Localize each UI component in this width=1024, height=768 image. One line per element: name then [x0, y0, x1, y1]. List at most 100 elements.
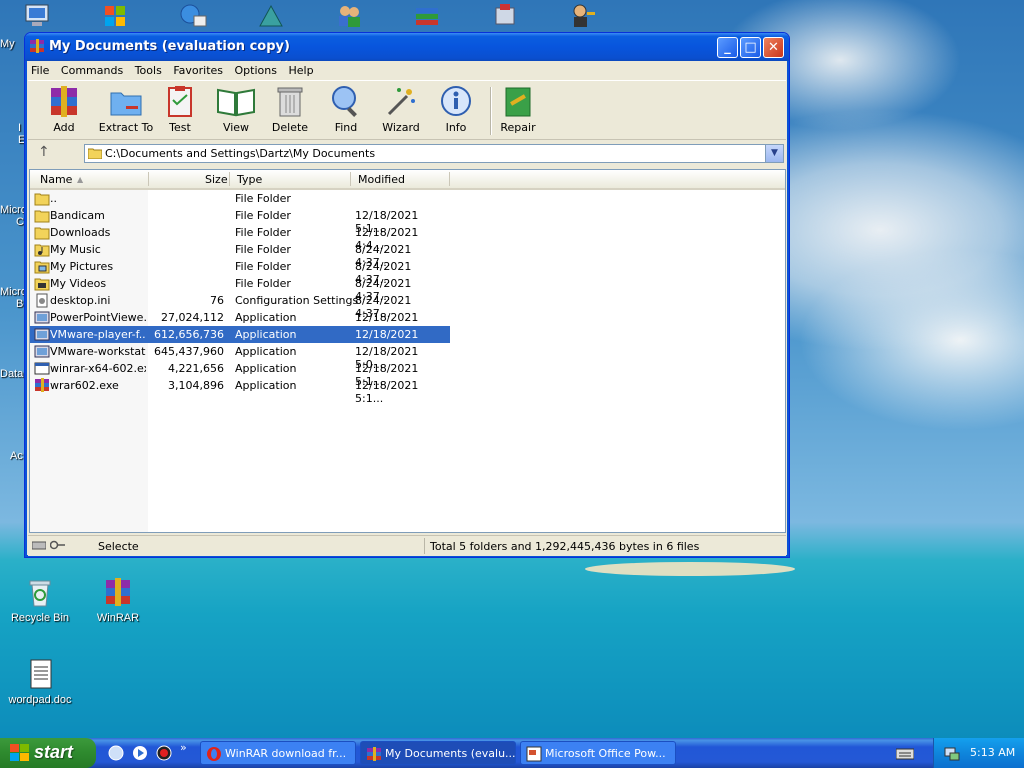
task-button-winrar-download[interactable]: WinRAR download fr...: [200, 741, 356, 765]
file-name: Downloads: [50, 226, 111, 239]
document-icon: [24, 658, 56, 690]
delete-button[interactable]: Delete: [262, 84, 318, 134]
file-row[interactable]: PowerPointViewe... 27,024,112 Application 1…: [30, 309, 450, 337]
address-dropdown-button[interactable]: ▼: [765, 145, 783, 162]
wizard-button[interactable]: Wizard: [373, 84, 429, 134]
file-row[interactable]: My Music File Folder 8/24/2021 4:37...: [30, 241, 450, 269]
view-book-icon: [217, 88, 255, 117]
task-button-my-documents[interactable]: My Documents (evalu...: [360, 741, 516, 765]
start-button[interactable]: start: [0, 738, 96, 768]
menu-file[interactable]: File: [28, 61, 54, 77]
file-row[interactable]: desktop.ini 76 Configuration Settings 8/24/…: [30, 292, 450, 320]
task-label: My Documents (evalu...: [385, 747, 516, 760]
desktop-label-clipped: Micro: [0, 286, 27, 298]
column-name-header[interactable]: Name: [40, 173, 72, 186]
up-arrow-icon: ↑: [38, 144, 50, 160]
add-button[interactable]: Add: [36, 84, 92, 134]
file-row[interactable]: My Videos File Folder 8/24/2021 4:37...: [30, 275, 450, 303]
winrar-icon: [102, 576, 134, 608]
menu-bar: File Commands Tools Favorites Options He…: [28, 61, 786, 81]
exe-file-icon: [34, 361, 50, 376]
menu-tools[interactable]: Tools: [132, 61, 167, 77]
network-tray-icon[interactable]: [944, 745, 960, 761]
up-one-level-button[interactable]: ↑: [38, 144, 58, 162]
extract-to-button[interactable]: Extract To: [94, 84, 158, 134]
keyboard-icon[interactable]: [896, 748, 914, 760]
windows-update-icon[interactable]: [100, 2, 130, 30]
title-bar[interactable]: My Documents (evaluation copy) _ □ ✕: [25, 33, 789, 61]
quick-launch-more-button[interactable]: »: [180, 741, 187, 754]
task-label: Microsoft Office Pow...: [545, 747, 666, 760]
file-row[interactable]: VMware-player-f... 612,656,736 Application…: [30, 326, 450, 354]
desktop-icon-wordpad-doc[interactable]: wordpad.doc: [0, 658, 80, 706]
application-icon: [34, 344, 50, 359]
column-divider[interactable]: [350, 172, 351, 186]
maximize-button[interactable]: □: [740, 37, 761, 58]
start-label: start: [34, 742, 74, 762]
menu-options[interactable]: Options: [232, 61, 282, 77]
info-button[interactable]: Info: [428, 84, 484, 134]
file-row[interactable]: .. File Folder: [30, 190, 450, 207]
installer-icon[interactable]: [490, 2, 520, 30]
file-type: Application: [235, 345, 297, 358]
desktop-icon-recycle-bin[interactable]: Recycle Bin: [0, 576, 80, 624]
winrar-icon: [30, 39, 44, 53]
test-button[interactable]: Test: [152, 84, 208, 134]
menu-commands[interactable]: Commands: [58, 61, 128, 77]
close-button[interactable]: ✕: [763, 37, 784, 58]
file-row[interactable]: My Pictures File Folder 8/24/2021 4:37...: [30, 258, 450, 286]
file-row[interactable]: wrar602.exe 3,104,896 Application 12/18/202…: [30, 377, 450, 405]
file-row[interactable]: Downloads File Folder 12/18/2021 4:4...: [30, 224, 450, 252]
menu-help[interactable]: Help: [285, 61, 318, 77]
file-row[interactable]: VMware-workstat... 645,437,960 Application…: [30, 343, 450, 371]
file-type: Configuration Settings: [235, 294, 359, 307]
users-icon[interactable]: [334, 2, 364, 30]
quick-launch-media-icon[interactable]: [132, 745, 148, 761]
quick-launch-ie-icon[interactable]: [108, 745, 124, 761]
file-name: VMware-player-f...: [50, 328, 146, 341]
tools-icon[interactable]: [256, 2, 286, 30]
maximize-icon: □: [744, 40, 757, 55]
file-name: Bandicam: [50, 209, 105, 222]
view-label: View: [222, 121, 250, 134]
minimize-button[interactable]: _: [717, 37, 738, 58]
column-divider[interactable]: [148, 172, 149, 186]
taskbar: start » WinRAR download fr... My Documen…: [0, 738, 1024, 768]
file-row[interactable]: Bandicam File Folder 12/18/2021 5:1...: [30, 207, 450, 235]
address-field[interactable]: C:\Documents and Settings\Dartz\My Docum…: [84, 144, 784, 163]
desktop-icon-winrar[interactable]: WinRAR: [78, 576, 158, 624]
column-divider[interactable]: [229, 172, 230, 186]
file-type: File Folder: [235, 209, 291, 222]
address-bar: ↑ C:\Documents and Settings\Dartz\My Doc…: [28, 140, 786, 167]
view-button[interactable]: View: [208, 84, 264, 134]
clock[interactable]: 5:13 AM: [970, 746, 1015, 759]
menu-favorites[interactable]: Favorites: [170, 61, 228, 77]
file-size: 612,656,736: [154, 328, 224, 341]
desktop-label-clipped: Ac: [10, 450, 23, 462]
file-name: My Music: [50, 243, 101, 256]
person-key-icon[interactable]: [568, 2, 598, 30]
desktop-label-clipped: C: [16, 216, 24, 228]
network-icon[interactable]: [178, 2, 208, 30]
file-name: My Videos: [50, 277, 107, 290]
file-size: 27,024,112: [161, 311, 224, 324]
desktop-icon-label: WinRAR: [96, 612, 140, 624]
column-modified-header[interactable]: Modified: [358, 173, 405, 186]
wizard-label: Wizard: [382, 121, 420, 134]
my-computer-icon[interactable]: [22, 2, 52, 30]
add-label: Add: [53, 121, 75, 134]
column-type-header[interactable]: Type: [237, 173, 262, 186]
file-row[interactable]: winrar-x64-602.exe 4,221,656 Application 12…: [30, 360, 450, 388]
column-divider[interactable]: [449, 172, 450, 186]
file-type: File Folder: [235, 260, 291, 273]
column-size-header[interactable]: Size: [205, 173, 228, 186]
task-button-powerpoint[interactable]: Microsoft Office Pow...: [520, 741, 676, 765]
repair-button[interactable]: Repair: [490, 84, 546, 134]
recycle-bin-icon: [24, 576, 56, 608]
desktop-icon-label: Recycle Bin: [10, 612, 70, 624]
find-button[interactable]: Find: [318, 84, 374, 134]
quick-launch-record-icon[interactable]: [156, 745, 172, 761]
books-icon[interactable]: [412, 2, 442, 30]
extract-folder-icon: [110, 92, 142, 116]
find-magnifier-icon: [332, 86, 357, 117]
